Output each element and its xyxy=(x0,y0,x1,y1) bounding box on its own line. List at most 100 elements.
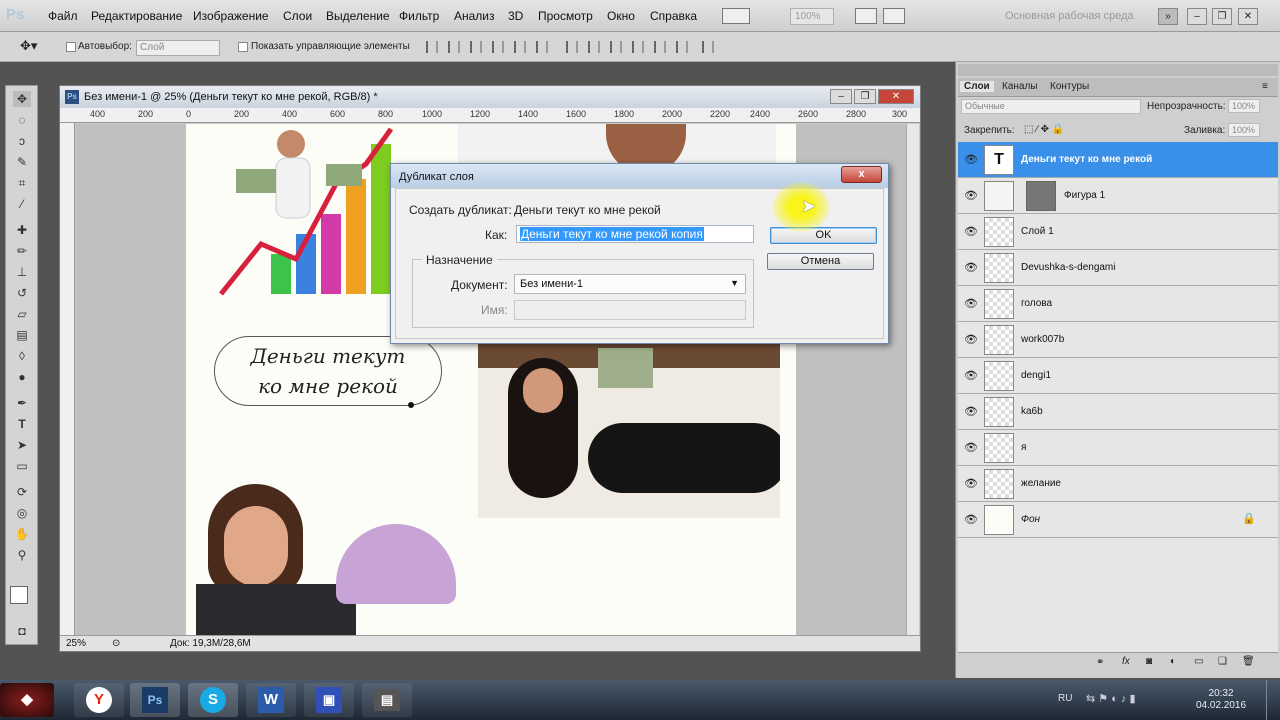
layer-row[interactable]: 👁 желание xyxy=(958,466,1278,502)
link-layers-icon[interactable]: ⚭ xyxy=(1096,657,1104,668)
eyedropper-tool-icon[interactable]: ⁄ xyxy=(13,196,31,212)
align-vcenter-icon[interactable] xyxy=(448,41,460,53)
autoselect-target-select[interactable]: Слой xyxy=(136,40,220,56)
eye-icon[interactable]: 👁 xyxy=(964,225,978,238)
word-icon[interactable]: W xyxy=(246,683,296,717)
zoom-status[interactable]: 25% xyxy=(66,638,86,649)
menu-help[interactable]: Справка xyxy=(650,9,697,23)
status-nav-icon[interactable]: ⊙ xyxy=(112,638,120,649)
eye-icon[interactable]: 👁 xyxy=(964,189,978,202)
eraser-tool-icon[interactable]: ▱ xyxy=(13,306,31,322)
marquee-tool-icon[interactable]: ◌ xyxy=(13,112,31,128)
eye-icon[interactable]: 👁 xyxy=(964,441,978,454)
eye-icon[interactable]: 👁 xyxy=(964,297,978,310)
lock-icons[interactable]: ⬚ ⁄ ✥ 🔒 xyxy=(1024,124,1064,135)
blend-mode-select[interactable]: Обычные xyxy=(961,99,1141,114)
layer-row[interactable]: 👁 Слой 1 xyxy=(958,214,1278,250)
tray-icons[interactable]: ⇆ ⚑ ◐ ♪ ▮ xyxy=(1086,692,1136,705)
save-icon[interactable]: ▣ xyxy=(304,683,354,717)
new-group-icon[interactable]: ▭ xyxy=(1194,656,1203,667)
blur-tool-icon[interactable]: ◊ xyxy=(13,348,31,364)
menu-layers[interactable]: Слои xyxy=(283,9,312,23)
quick-select-tool-icon[interactable]: ✎ xyxy=(13,154,31,170)
adjustment-layer-icon[interactable]: ◐ xyxy=(1170,656,1176,667)
distribute-left-icon[interactable] xyxy=(632,41,644,53)
as-name-input[interactable]: Деньги текут ко мне рекой копия xyxy=(516,225,754,243)
autoselect-checkbox[interactable] xyxy=(66,42,76,52)
doc-maximize-button[interactable]: ❐ xyxy=(854,89,876,104)
screen-mode-icon[interactable] xyxy=(722,8,750,24)
restore-button[interactable]: ❐ xyxy=(1212,8,1232,25)
menu-analysis[interactable]: Анализ xyxy=(454,9,495,23)
dodge-tool-icon[interactable]: ● xyxy=(13,369,31,385)
brush-tool-icon[interactable]: ✏ xyxy=(13,243,31,259)
document-titlebar[interactable]: Ps Без имени-1 @ 25% (Деньги текут ко мн… xyxy=(60,86,920,108)
pen-tool-icon[interactable]: ✒ xyxy=(13,395,31,411)
speech-bubble-text[interactable]: Деньги текут ко мне рекой xyxy=(214,336,442,406)
menu-image[interactable]: Изображение xyxy=(193,9,269,23)
opacity-field[interactable]: 100% xyxy=(1228,99,1260,113)
clone-stamp-tool-icon[interactable]: ⊥ xyxy=(13,264,31,280)
distribute-vcenter-icon[interactable] xyxy=(588,41,600,53)
layer-row[interactable]: 👁 я xyxy=(958,430,1278,466)
align-left-icon[interactable] xyxy=(492,41,504,53)
eye-icon[interactable]: 👁 xyxy=(964,405,978,418)
workspace-switcher[interactable]: Основная рабочая среда xyxy=(1005,10,1134,22)
eye-icon[interactable]: 👁 xyxy=(964,477,978,490)
menu-edit[interactable]: Редактирование xyxy=(91,9,182,23)
align-bottom-icon[interactable] xyxy=(470,41,482,53)
minimize-button[interactable]: – xyxy=(1187,8,1207,25)
eye-icon[interactable]: 👁 xyxy=(964,333,978,346)
show-controls-checkbox[interactable] xyxy=(238,42,248,52)
eye-icon[interactable]: 👁 xyxy=(964,513,978,526)
align-top-icon[interactable] xyxy=(426,41,438,53)
document-select[interactable]: Без имени-1 ▼ xyxy=(514,274,746,294)
shape-tool-icon[interactable]: ▭ xyxy=(13,458,31,474)
quick-mask-icon[interactable]: ◘ xyxy=(13,623,31,639)
layer-row-shape[interactable]: 👁 Фигура 1 xyxy=(958,178,1278,214)
menu-file[interactable]: Файл xyxy=(48,9,78,23)
layer-style-icon[interactable]: fx xyxy=(1122,656,1130,667)
distribute-bottom-icon[interactable] xyxy=(610,41,622,53)
name-input[interactable] xyxy=(514,300,746,320)
eye-icon[interactable]: 👁 xyxy=(964,153,978,166)
arrange-documents-icon[interactable] xyxy=(855,8,877,24)
ok-button[interactable]: OK xyxy=(770,227,877,244)
layer-row-text[interactable]: 👁 T Деньги текут ко мне рекой xyxy=(958,142,1278,178)
menu-window[interactable]: Окно xyxy=(607,9,635,23)
layer-row[interactable]: 👁 dengi1 xyxy=(958,358,1278,394)
language-indicator[interactable]: RU xyxy=(1058,693,1072,704)
type-tool-icon[interactable]: T xyxy=(13,416,31,432)
distribute-right-icon[interactable] xyxy=(676,41,688,53)
move-tool-icon[interactable]: ✥▾ xyxy=(20,38,37,54)
printer-icon[interactable]: ▤ xyxy=(362,683,412,717)
layer-row-background[interactable]: 👁 Фон 🔒 xyxy=(958,502,1278,538)
move-tool-icon[interactable]: ✥ xyxy=(13,91,31,107)
path-anchor-point[interactable] xyxy=(408,402,414,408)
foreground-color-swatch[interactable] xyxy=(10,586,28,604)
skype-icon[interactable]: S xyxy=(188,683,238,717)
menu-3d[interactable]: 3D xyxy=(508,9,523,23)
hand-tool-icon[interactable]: ✋ xyxy=(13,526,31,542)
panel-menu-icon[interactable]: ≡ xyxy=(1258,81,1272,92)
eye-icon[interactable]: 👁 xyxy=(964,261,978,274)
auto-align-icon[interactable] xyxy=(702,41,714,53)
zoom-level-field[interactable]: 100% xyxy=(790,8,834,25)
document-size[interactable]: Док: 19,3M/28,6M xyxy=(170,638,251,649)
doc-close-button[interactable]: ✕ xyxy=(878,89,914,104)
tab-paths[interactable]: Контуры xyxy=(1046,81,1093,92)
fill-field[interactable]: 100% xyxy=(1228,123,1260,137)
tab-layers[interactable]: Слои xyxy=(960,81,994,92)
eye-icon[interactable]: 👁 xyxy=(964,369,978,382)
vertical-scrollbar[interactable] xyxy=(906,124,919,635)
layer-row[interactable]: 👁 work007b xyxy=(958,322,1278,358)
screen-mode-menu-icon[interactable] xyxy=(883,8,905,24)
panel-header[interactable] xyxy=(958,64,1278,76)
new-layer-icon[interactable]: ❏ xyxy=(1218,656,1227,667)
history-brush-tool-icon[interactable]: ↺ xyxy=(13,285,31,301)
photoshop-taskbar-icon[interactable]: Ps xyxy=(130,683,180,717)
menu-view[interactable]: Просмотр xyxy=(538,9,593,23)
layer-row[interactable]: 👁 ka6b xyxy=(958,394,1278,430)
doc-minimize-button[interactable]: – xyxy=(830,89,852,104)
distribute-hcenter-icon[interactable] xyxy=(654,41,666,53)
